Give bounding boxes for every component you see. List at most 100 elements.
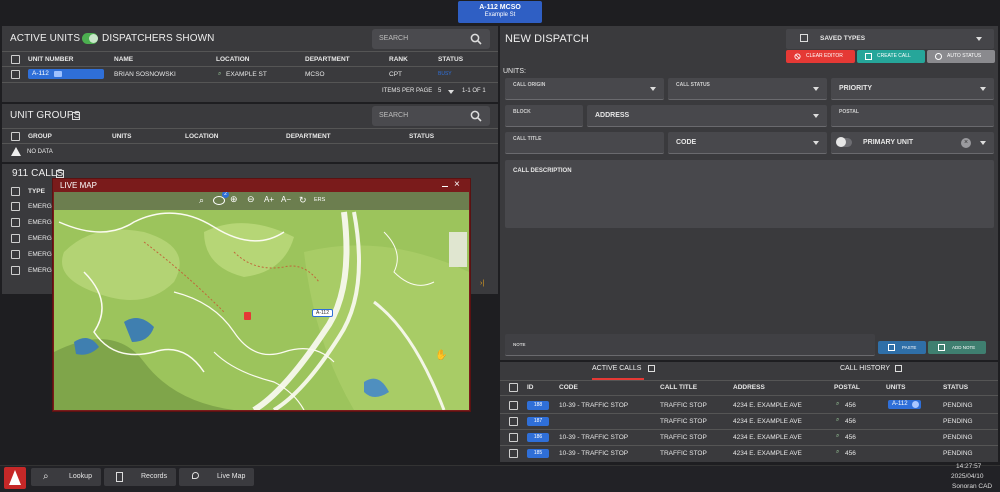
col-id[interactable]: ID xyxy=(527,384,534,391)
call-address: 4234 E. EXAMPLE AVE xyxy=(733,450,802,457)
saved-types-select[interactable]: SAVED TYPES xyxy=(786,29,994,49)
current-unit-badge[interactable]: A-112 MCSO Example St xyxy=(458,1,542,23)
call-id-badge[interactable]: 188 xyxy=(527,401,549,410)
col-units[interactable]: UNITS xyxy=(112,133,132,140)
unit-remove-icon[interactable] xyxy=(912,401,919,408)
dispatcher-toggle-icon[interactable] xyxy=(82,33,98,44)
call-id-badge[interactable]: 185 xyxy=(527,449,549,458)
col-rank[interactable]: RANK xyxy=(389,56,408,63)
auto-status-button[interactable]: AUTO STATUS xyxy=(927,50,995,63)
gear-icon xyxy=(935,53,942,60)
row-checkbox[interactable] xyxy=(509,433,518,442)
create-call-button[interactable]: CREATE CALL xyxy=(857,50,925,63)
row-checkbox[interactable] xyxy=(11,266,20,275)
col-group[interactable]: GROUP xyxy=(28,133,52,140)
text-smaller-icon[interactable]: A− xyxy=(281,195,291,204)
add-note-button[interactable]: ADD NOTE xyxy=(928,341,986,354)
app-logo[interactable] xyxy=(4,467,26,489)
map-canvas[interactable]: ⌕ 2 ⊕ ⊖ A+ A− ↻ ERS A-112 ✋ xyxy=(54,192,469,410)
map-marker-unit[interactable]: A-112 xyxy=(312,309,333,317)
next-page-icon[interactable]: ›| xyxy=(480,280,484,287)
col-unit-number[interactable]: UNIT NUMBER xyxy=(28,56,74,63)
call-postal: 456 xyxy=(845,418,856,425)
row-checkbox[interactable] xyxy=(11,250,20,259)
priority-select[interactable]: PRIORITY xyxy=(831,78,994,100)
select-all-checkbox[interactable] xyxy=(11,132,20,141)
call-origin-select[interactable]: CALL ORIGIN xyxy=(505,78,664,100)
search-input[interactable]: SEARCH xyxy=(379,112,408,119)
clear-editor-button[interactable]: CLEAR EDITOR xyxy=(786,50,855,63)
primary-unit-toggle-icon[interactable] xyxy=(836,137,852,147)
row-checkbox[interactable] xyxy=(11,234,20,243)
live-map-window[interactable]: LIVE MAP × ⌕ 2 ⊕ ⊖ A+ A− ↻ ERS A-112 ✋ xyxy=(52,178,471,412)
row-checkbox[interactable] xyxy=(509,449,518,458)
call-unit-badge[interactable]: A-112 xyxy=(888,400,921,409)
call-title: TRAFFIC STOP xyxy=(660,450,707,457)
live-map-button[interactable]: Live Map xyxy=(179,468,254,486)
unit-number-badge[interactable]: A-112 xyxy=(28,69,104,79)
col-name[interactable]: NAME xyxy=(114,56,133,63)
tab-call-history[interactable]: CALL HISTORY xyxy=(840,365,902,372)
col-type[interactable]: TYPE xyxy=(28,188,45,195)
postal-field[interactable]: POSTAL xyxy=(831,105,994,127)
chevron-down-icon[interactable] xyxy=(980,141,986,145)
search-input[interactable]: SEARCH xyxy=(379,35,408,42)
col-location[interactable]: LOCATION xyxy=(216,56,249,63)
block-label: BLOCK xyxy=(513,109,531,115)
zoom-out-icon[interactable]: ⊖ xyxy=(247,194,255,205)
row-checkbox[interactable] xyxy=(509,401,518,410)
search-icon[interactable] xyxy=(470,33,482,45)
lookup-button[interactable]: ⌕ Lookup xyxy=(31,468,101,486)
unit-groups-search[interactable]: SEARCH xyxy=(372,106,490,126)
col-status[interactable]: STATUS xyxy=(943,384,968,391)
call-type: EMERG xyxy=(28,267,52,274)
search-icon[interactable]: ⌕ xyxy=(199,195,204,206)
active-units-search[interactable]: SEARCH xyxy=(372,29,490,49)
primary-unit-select[interactable]: PRIMARY UNIT × xyxy=(831,132,994,154)
note-field[interactable]: NOTE xyxy=(505,334,875,356)
chevron-down-icon xyxy=(976,37,982,41)
records-button[interactable]: Records xyxy=(104,468,176,486)
chevron-down-icon[interactable] xyxy=(448,90,454,94)
select-all-checkbox[interactable] xyxy=(11,187,20,196)
items-per-page-select[interactable]: 5 xyxy=(438,88,441,94)
zoom-in-icon[interactable]: ⊕ xyxy=(230,194,238,205)
call-title-field[interactable]: CALL TITLE xyxy=(505,132,664,154)
postal-search-icon: ⌕ xyxy=(836,401,840,407)
block-field[interactable]: BLOCK xyxy=(505,105,583,127)
call-title: TRAFFIC STOP xyxy=(660,418,707,425)
unit-status[interactable]: BUSY xyxy=(438,71,452,77)
row-checkbox[interactable] xyxy=(11,70,20,79)
col-units[interactable]: UNITS xyxy=(886,384,906,391)
search-icon[interactable] xyxy=(470,110,482,122)
row-checkbox[interactable] xyxy=(509,417,518,426)
address-select[interactable]: ADDRESS xyxy=(587,105,827,127)
select-all-checkbox[interactable] xyxy=(509,383,518,392)
paste-button[interactable]: PASTE xyxy=(878,341,926,354)
col-address[interactable]: ADDRESS xyxy=(733,384,765,391)
select-all-checkbox[interactable] xyxy=(11,55,20,64)
col-postal[interactable]: POSTAL xyxy=(834,384,860,391)
auto-status-label: AUTO STATUS xyxy=(947,53,982,59)
col-call-title[interactable]: CALL TITLE xyxy=(660,384,697,391)
text-larger-icon[interactable]: A+ xyxy=(264,195,274,204)
col-location[interactable]: LOCATION xyxy=(185,133,218,140)
col-code[interactable]: CODE xyxy=(559,384,578,391)
minimize-icon[interactable] xyxy=(442,186,448,187)
call-status-select[interactable]: CALL STATUS xyxy=(668,78,827,100)
col-status[interactable]: STATUS xyxy=(438,56,463,63)
col-department[interactable]: DEPARTMENT xyxy=(305,56,350,63)
call-id-badge[interactable]: 186 xyxy=(527,433,549,442)
ers-toggle[interactable]: ERS xyxy=(314,197,325,203)
col-status[interactable]: STATUS xyxy=(409,133,434,140)
new-dispatch-title: NEW DISPATCH xyxy=(505,33,589,45)
close-icon[interactable]: × xyxy=(454,179,460,190)
call-id-badge[interactable]: 187 xyxy=(527,417,549,426)
call-description-field[interactable]: CALL DESCRIPTION xyxy=(505,160,994,228)
row-checkbox[interactable] xyxy=(11,202,20,211)
clear-icon[interactable]: × xyxy=(961,138,971,148)
refresh-icon[interactable]: ↻ xyxy=(299,195,307,206)
row-checkbox[interactable] xyxy=(11,218,20,227)
code-select[interactable]: CODE xyxy=(668,132,827,154)
col-department[interactable]: DEPARTMENT xyxy=(286,133,331,140)
